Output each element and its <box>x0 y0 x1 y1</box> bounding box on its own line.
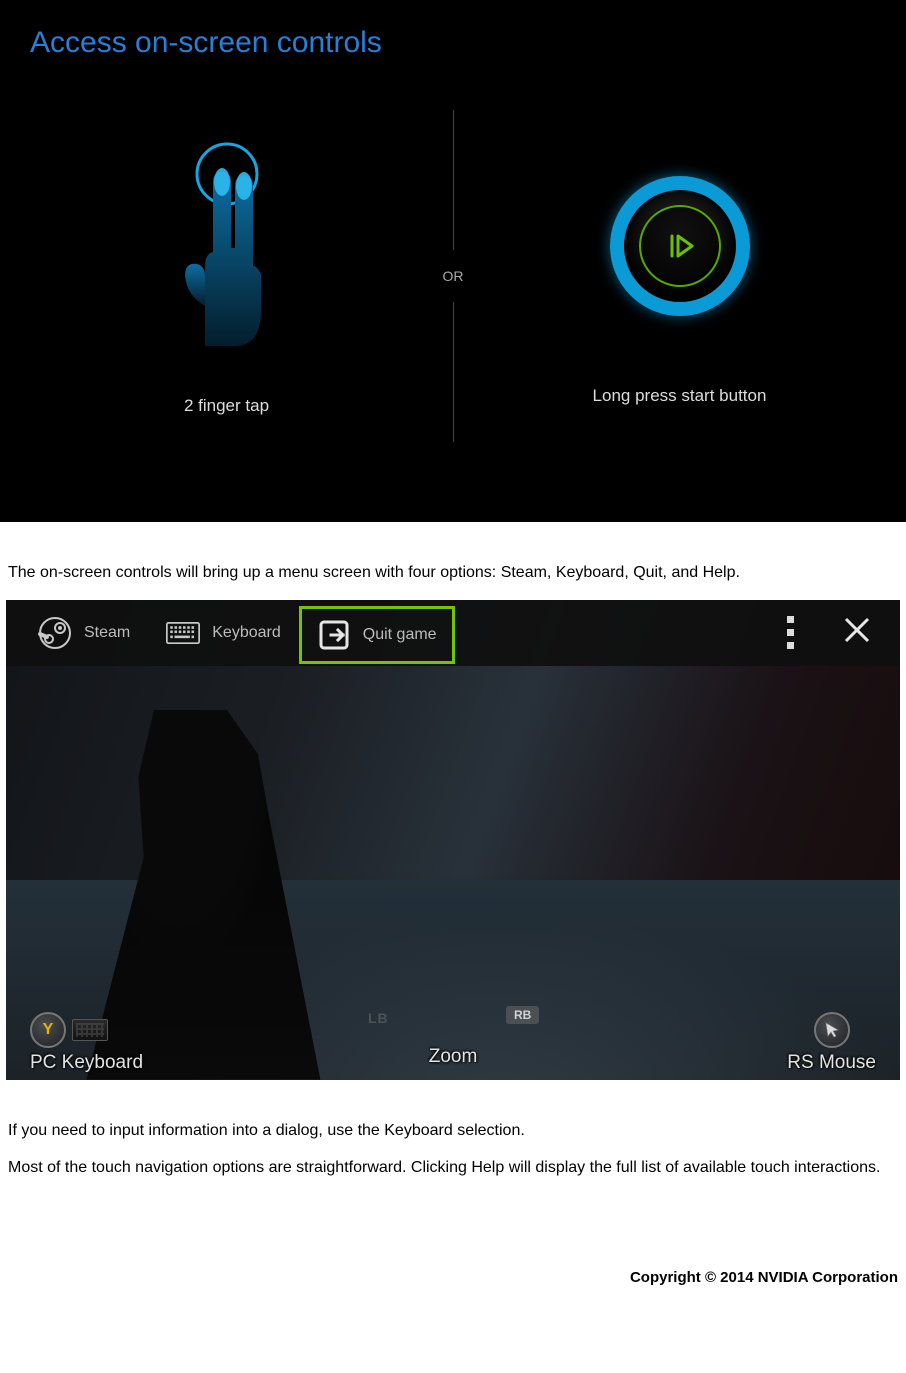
gesture-row: 2 finger tap OR Long press start button <box>30 110 876 442</box>
paragraph-1: The on-screen controls will bring up a m… <box>8 562 898 584</box>
close-icon[interactable] <box>842 615 872 650</box>
divider-line-top <box>453 110 454 250</box>
overlay-item-steam[interactable]: Steam <box>20 600 148 666</box>
panel-title: Access on-screen controls <box>30 26 876 60</box>
two-finger-tap-icon <box>157 136 297 356</box>
overlay-item-keyboard[interactable]: Keyboard <box>148 600 299 666</box>
hud-right-label: RS Mouse <box>787 1052 876 1074</box>
hud-left-label: PC Keyboard <box>30 1052 143 1074</box>
hud-right: RS Mouse <box>787 1012 876 1074</box>
paragraph-3: Most of the touch navigation options are… <box>8 1157 898 1179</box>
overlay-item-label: Keyboard <box>212 624 281 642</box>
exit-icon <box>317 618 351 652</box>
mini-keyboard-icon <box>72 1019 108 1041</box>
overlay-menu-bar: Steam Keyboard <box>6 600 900 666</box>
access-controls-panel: Access on-screen controls <box>0 0 906 522</box>
divider-line-bottom <box>453 302 454 442</box>
overlay-item-label: Quit game <box>363 626 437 644</box>
start-button-icon <box>610 176 750 316</box>
game-overlay-screenshot: LB RB Steam <box>6 600 900 1080</box>
hud-left: Y PC Keyboard <box>30 1012 143 1074</box>
divider: OR <box>423 110 483 442</box>
steam-icon <box>38 616 72 650</box>
start-button-caption: Long press start button <box>593 386 767 406</box>
paragraph-2: If you need to input information into a … <box>8 1120 898 1142</box>
overlay-item-quit[interactable]: Quit game <box>299 606 455 664</box>
overlay-item-label: Steam <box>84 624 130 642</box>
two-finger-caption: 2 finger tap <box>184 396 269 416</box>
keyboard-icon <box>166 616 200 650</box>
copyright-footer: Copyright © 2014 NVIDIA Corporation <box>0 1189 906 1310</box>
two-finger-tap-column: 2 finger tap <box>30 136 423 416</box>
hud-center-label: Zoom <box>429 1046 478 1068</box>
kebab-menu-icon[interactable] <box>787 616 794 649</box>
mouse-cursor-icon <box>814 1012 850 1048</box>
y-button-icon: Y <box>30 1012 66 1048</box>
start-button-column: Long press start button <box>483 146 876 406</box>
game-hud: Y PC Keyboard Zoom RS Mouse <box>6 1012 900 1074</box>
or-label: OR <box>443 268 464 284</box>
